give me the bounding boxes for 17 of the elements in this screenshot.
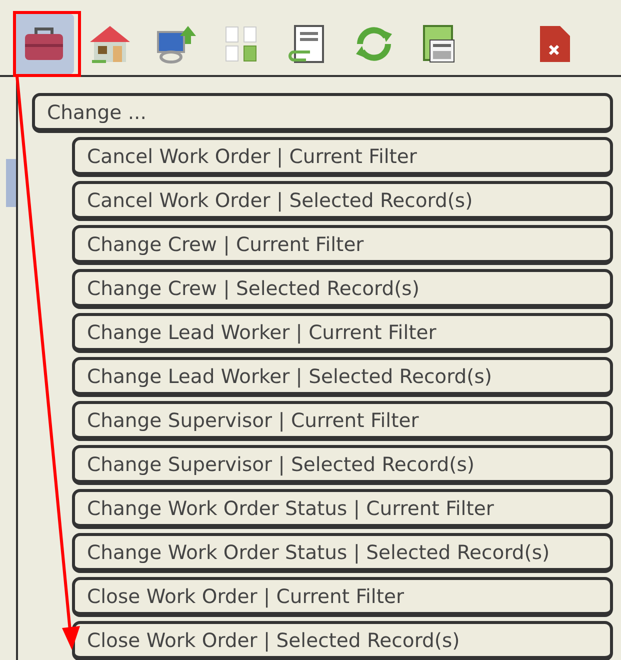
menu-item[interactable]: Change Work Order Status | Current Filter (72, 489, 613, 529)
menu-item[interactable]: Change Lead Worker | Selected Record(s) (72, 357, 613, 397)
computer-upload-icon (154, 24, 198, 64)
menu-item[interactable]: Cancel Work Order | Current Filter (72, 137, 613, 177)
house-icon (88, 24, 132, 64)
menu-item[interactable]: Change Crew | Selected Record(s) (72, 269, 613, 309)
menu-header[interactable]: Change ... (32, 93, 613, 133)
menu-item[interactable]: Change Supervisor | Current Filter (72, 401, 613, 441)
selection-bar (6, 159, 16, 207)
toolbar-button[interactable] (14, 14, 74, 74)
menu-item[interactable]: Change Crew | Current Filter (72, 225, 613, 265)
menu-item[interactable]: Cancel Work Order | Selected Record(s) (72, 181, 613, 221)
menu-item[interactable]: Change Lead Worker | Current Filter (72, 313, 613, 353)
menu-item[interactable]: Change Work Order Status | Selected Record(s) (72, 533, 613, 573)
menu-item[interactable]: Close Work Order | Selected Record(s) (72, 621, 613, 660)
menu-item[interactable]: Change Supervisor | Selected Record(s) (72, 445, 613, 485)
menu-item[interactable]: Close Work Order | Current Filter (72, 577, 613, 617)
